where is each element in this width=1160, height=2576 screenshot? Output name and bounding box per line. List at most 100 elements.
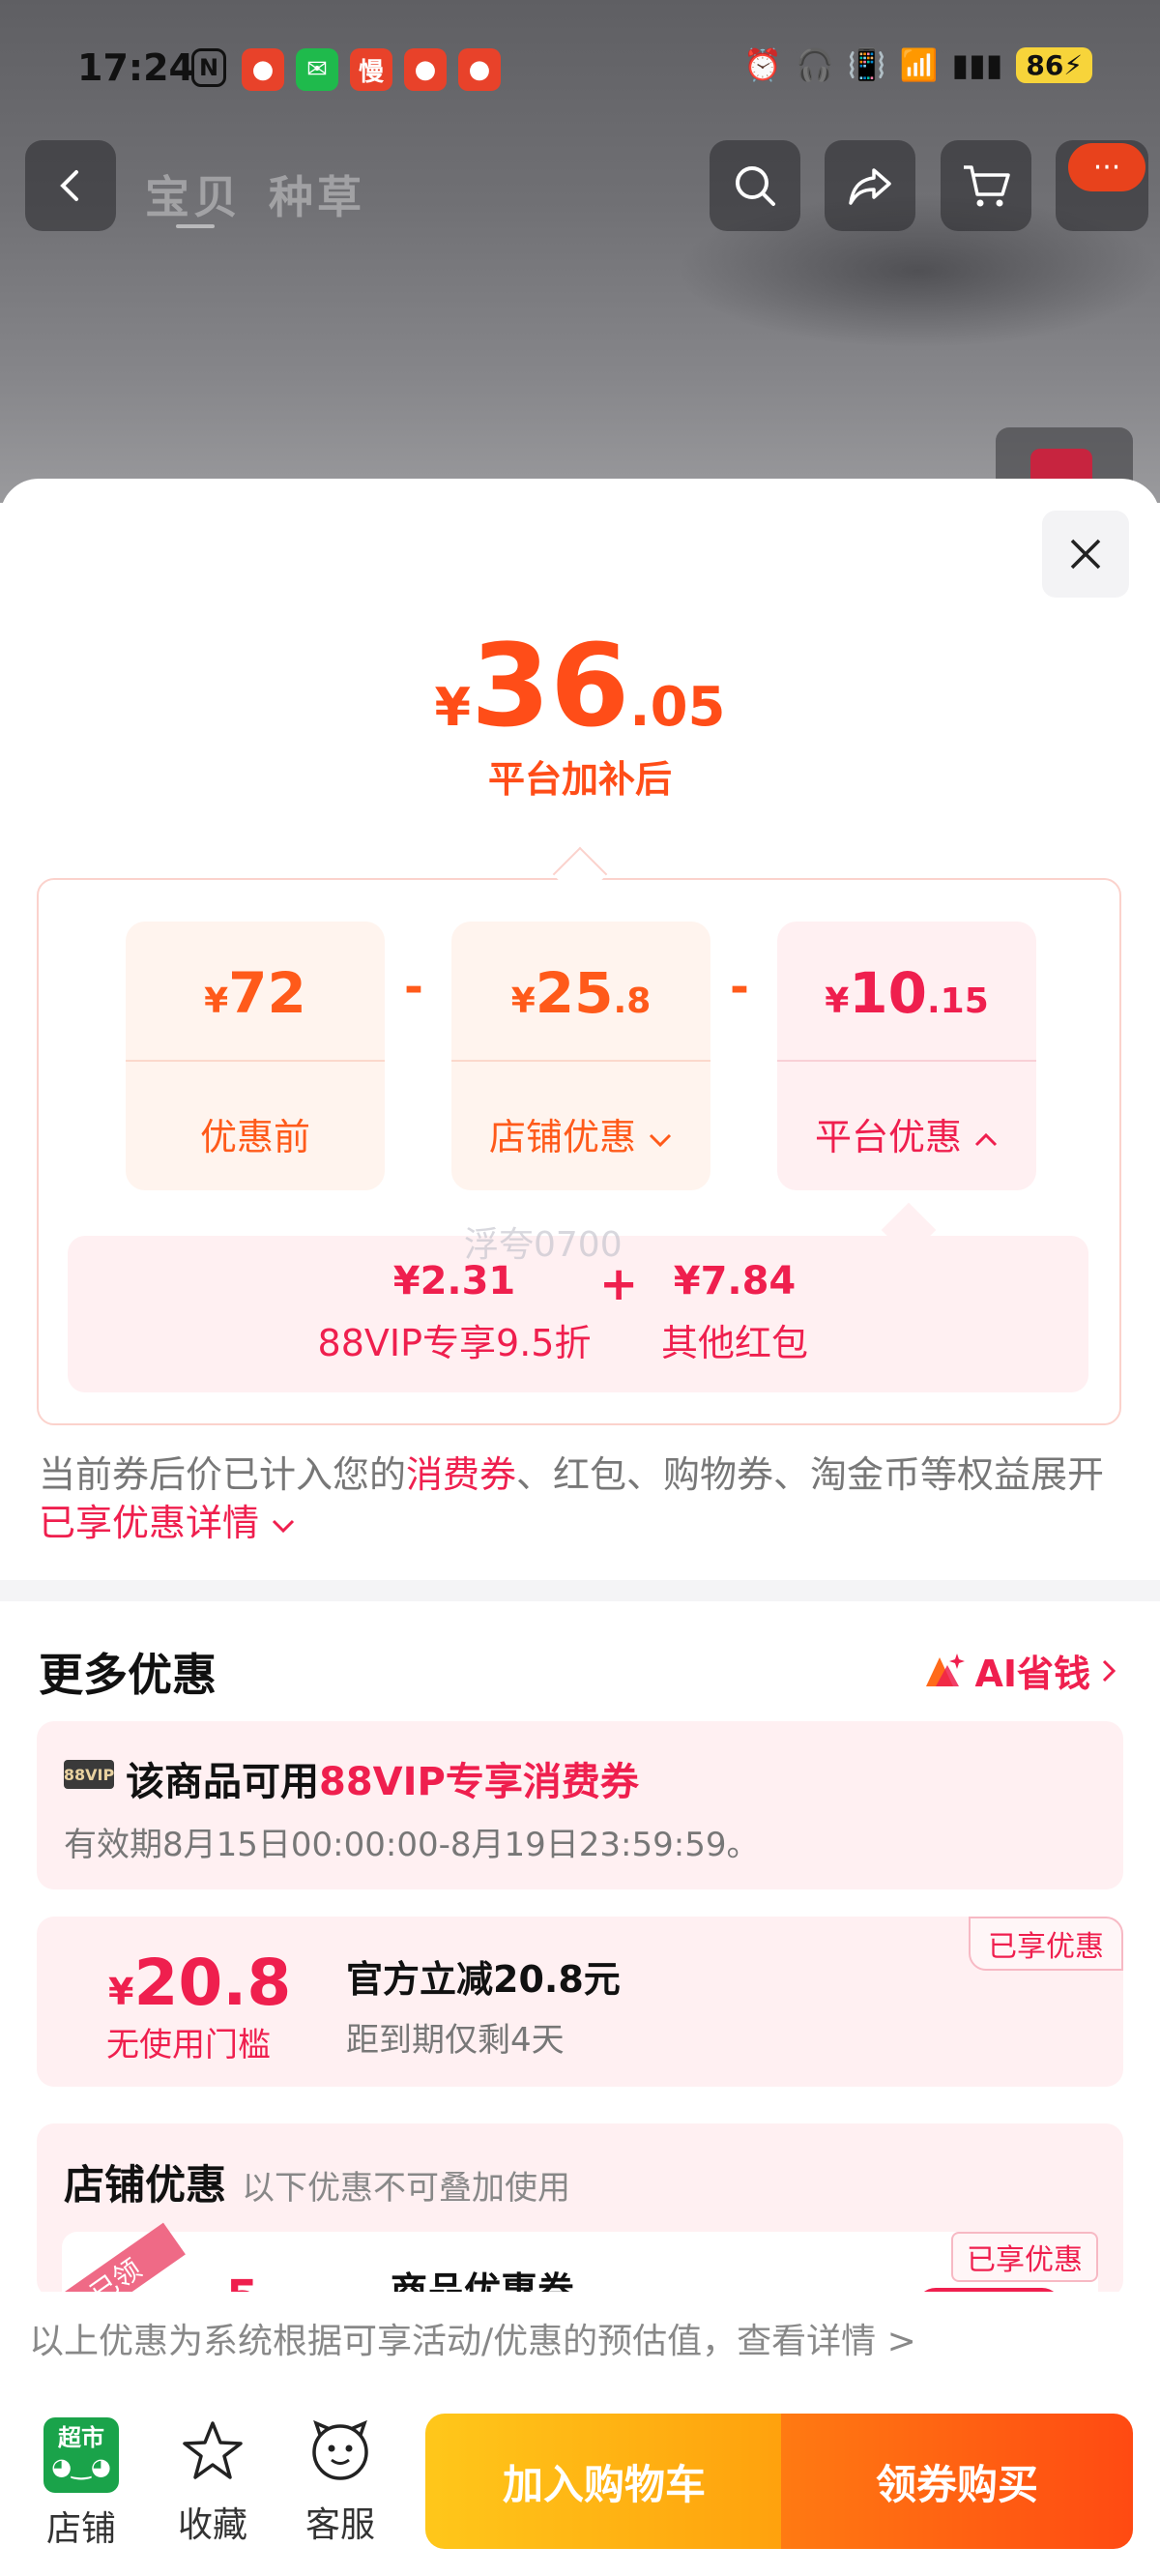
shop-logo-text: 超市: [58, 2424, 104, 2451]
section-title: 更多优惠: [39, 1649, 217, 1701]
card-currency: ¥: [204, 981, 229, 1021]
tab-indicator: [176, 224, 215, 228]
taobao-app-icon-2: ●: [404, 48, 447, 91]
battery-level: 86: [1026, 48, 1064, 81]
vip-coupon-title-highlight: 88VIP专享消费券: [319, 1760, 639, 1804]
note-text: 当前券后价已计入您的: [39, 1453, 407, 1496]
vip-coupon-title-prefix: 该商品可用: [126, 1760, 319, 1804]
card-label-row: 平台优惠: [777, 1107, 1036, 1160]
card-label-row: 店铺优惠: [451, 1107, 710, 1160]
close-button[interactable]: [1042, 511, 1129, 598]
favorite-button[interactable]: 收藏: [164, 2417, 261, 2547]
headphones-icon: 🎧: [796, 46, 834, 83]
chevron-up-icon: [974, 1132, 998, 1147]
chevron-left-icon: [60, 170, 78, 201]
card-value: 10: [849, 960, 927, 1026]
price-card-original: ¥72 优惠前: [126, 922, 385, 1190]
customer-service-button[interactable]: 客服: [292, 2417, 389, 2547]
share-button[interactable]: [825, 140, 915, 231]
card-currency: ¥: [825, 981, 850, 1021]
price-card-platform-discount[interactable]: ¥10.15 平台优惠: [777, 922, 1036, 1190]
cart-icon: [964, 165, 1010, 207]
red-packet-label: 其他红包: [660, 1322, 808, 1364]
share-icon: [849, 168, 891, 205]
vip-coupon-validity: 有效期8月15日00:00:00-8月19日23:59:59。: [64, 1826, 760, 1864]
shop-discount-card: 店铺优惠 以下优惠不可叠加使用 已领 5 商品优惠券 已享优惠: [37, 2123, 1123, 2298]
signal-icon: ▮▮▮: [951, 46, 1003, 83]
ai-save-link[interactable]: AI省钱: [922, 1644, 1117, 1697]
note-highlight-coupon[interactable]: 消费券: [406, 1453, 516, 1496]
card-decimal: .15: [927, 981, 989, 1021]
wechat-app-icon: ✉: [296, 48, 338, 91]
shop-logo-icon: 超市 ◕‿◕: [44, 2417, 119, 2493]
add-to-cart-button[interactable]: 加入购物车: [425, 2414, 783, 2549]
minus-sign: -: [404, 960, 423, 1014]
close-icon: [1070, 539, 1101, 570]
vip-coupon-title: 该商品可用88VIP专享消费券: [126, 1750, 639, 1806]
discount-currency: ¥: [108, 1971, 134, 2013]
vibrate-icon: 📳: [847, 46, 886, 83]
price-currency: ¥: [434, 677, 472, 738]
back-button[interactable]: [25, 140, 116, 231]
price-card-shop-discount[interactable]: ¥25.8 店铺优惠: [451, 922, 710, 1190]
plus-sign: +: [599, 1257, 639, 1311]
star-icon: [183, 2421, 243, 2479]
note-text: 、红包、购物券、淘金币等权益展开: [516, 1453, 1105, 1496]
card-label: 平台优惠: [814, 1116, 962, 1158]
vip-coupon-card[interactable]: 88VIP 该商品可用88VIP专享消费券 有效期8月15日00:00:00-8…: [37, 1721, 1123, 1889]
tab-product[interactable]: 宝贝: [145, 162, 242, 226]
ai-save-label: AI省钱: [974, 1653, 1090, 1695]
status-bar: 17:24 N ● ✉ 慢 ● ● ⏰ 🎧 📳 📶 ▮▮▮ 86⚡: [0, 39, 1160, 106]
benefit-details-label: 已享优惠详情: [39, 1502, 260, 1544]
taobao-app-icon-3: ●: [458, 48, 501, 91]
minus-sign: -: [730, 960, 749, 1014]
price-note: 当前券后价已计入您的消费券、红包、购物券、淘金币等权益展开已享优惠详情: [39, 1450, 1121, 1547]
card-decimal: .8: [613, 981, 652, 1021]
discount-amount: 20.8: [133, 1946, 292, 2020]
shop-discount-title: 店铺优惠: [64, 2161, 227, 2209]
claim-coupon-buy-button[interactable]: 领券购买: [781, 2414, 1133, 2549]
battery-indicator: 86⚡: [1016, 46, 1092, 83]
section-divider: [0, 1580, 1160, 1601]
official-discount-card[interactable]: ¥20.8 无使用门槛 官方立减20.8元 距到期仅剩4天 已享优惠: [37, 1917, 1123, 2087]
search-button[interactable]: [710, 140, 800, 231]
favorite-label: 收藏: [177, 2505, 247, 2545]
shop-button[interactable]: 超市 ◕‿◕ 店铺: [33, 2417, 130, 2551]
discount-footnote-link[interactable]: 以上优惠为系统根据可享活动/优惠的预估值，查看详情 >: [29, 2313, 916, 2363]
card-label: 店铺优惠: [488, 1116, 636, 1158]
card-value: 25: [535, 960, 614, 1026]
benefit-details-link[interactable]: 已享优惠详情: [39, 1502, 296, 1544]
claimed-ribbon: 已领: [44, 2222, 186, 2298]
chevron-right-icon: [1102, 1659, 1116, 1682]
alarm-icon: ⏰: [743, 46, 782, 83]
chevron-down-icon: [273, 1519, 295, 1534]
price-integer: 36: [471, 619, 630, 752]
official-discount-amount: ¥20.8: [108, 1946, 291, 2020]
status-time: 17:24: [77, 46, 194, 89]
service-label: 客服: [304, 2505, 375, 2545]
applied-tag: 已享优惠: [969, 1917, 1123, 1971]
price-decimal: .05: [629, 676, 726, 739]
applied-tag: 已享优惠: [951, 2232, 1098, 2282]
slow-app-icon: 慢: [350, 48, 392, 91]
card-value: 72: [228, 960, 306, 1026]
red-packet-item: ¥7.84 其他红包: [638, 1259, 831, 1366]
vip-discount-label: 88VIP专享9.5折: [317, 1322, 592, 1364]
discount-title: 官方立减20.8元: [346, 1958, 621, 2001]
shop-discount-heading: 店铺优惠 以下优惠不可叠加使用: [64, 2152, 570, 2211]
nfc-icon: N: [191, 48, 226, 87]
wifi-icon: 📶: [899, 46, 939, 83]
discount-condition: 无使用门槛: [106, 2026, 271, 2064]
red-packet-value: ¥7.84: [673, 1259, 797, 1303]
price-subtitle: 平台加补后: [487, 758, 672, 801]
chevron-down-icon: [649, 1133, 672, 1148]
card-currency: ¥: [510, 981, 536, 1021]
discount-expiry: 距到期仅剩4天: [346, 2021, 565, 2060]
final-price: ¥36.05: [0, 619, 1160, 752]
cart-button[interactable]: [941, 140, 1031, 231]
shop-discount-subtitle: 以下优惠不可叠加使用: [242, 2169, 571, 2208]
service-face-icon: [312, 2419, 368, 2480]
tab-recommend[interactable]: 种草: [269, 162, 365, 226]
vip-badge: 88VIP: [64, 1760, 114, 1789]
more-badge[interactable]: ···: [1068, 143, 1146, 191]
